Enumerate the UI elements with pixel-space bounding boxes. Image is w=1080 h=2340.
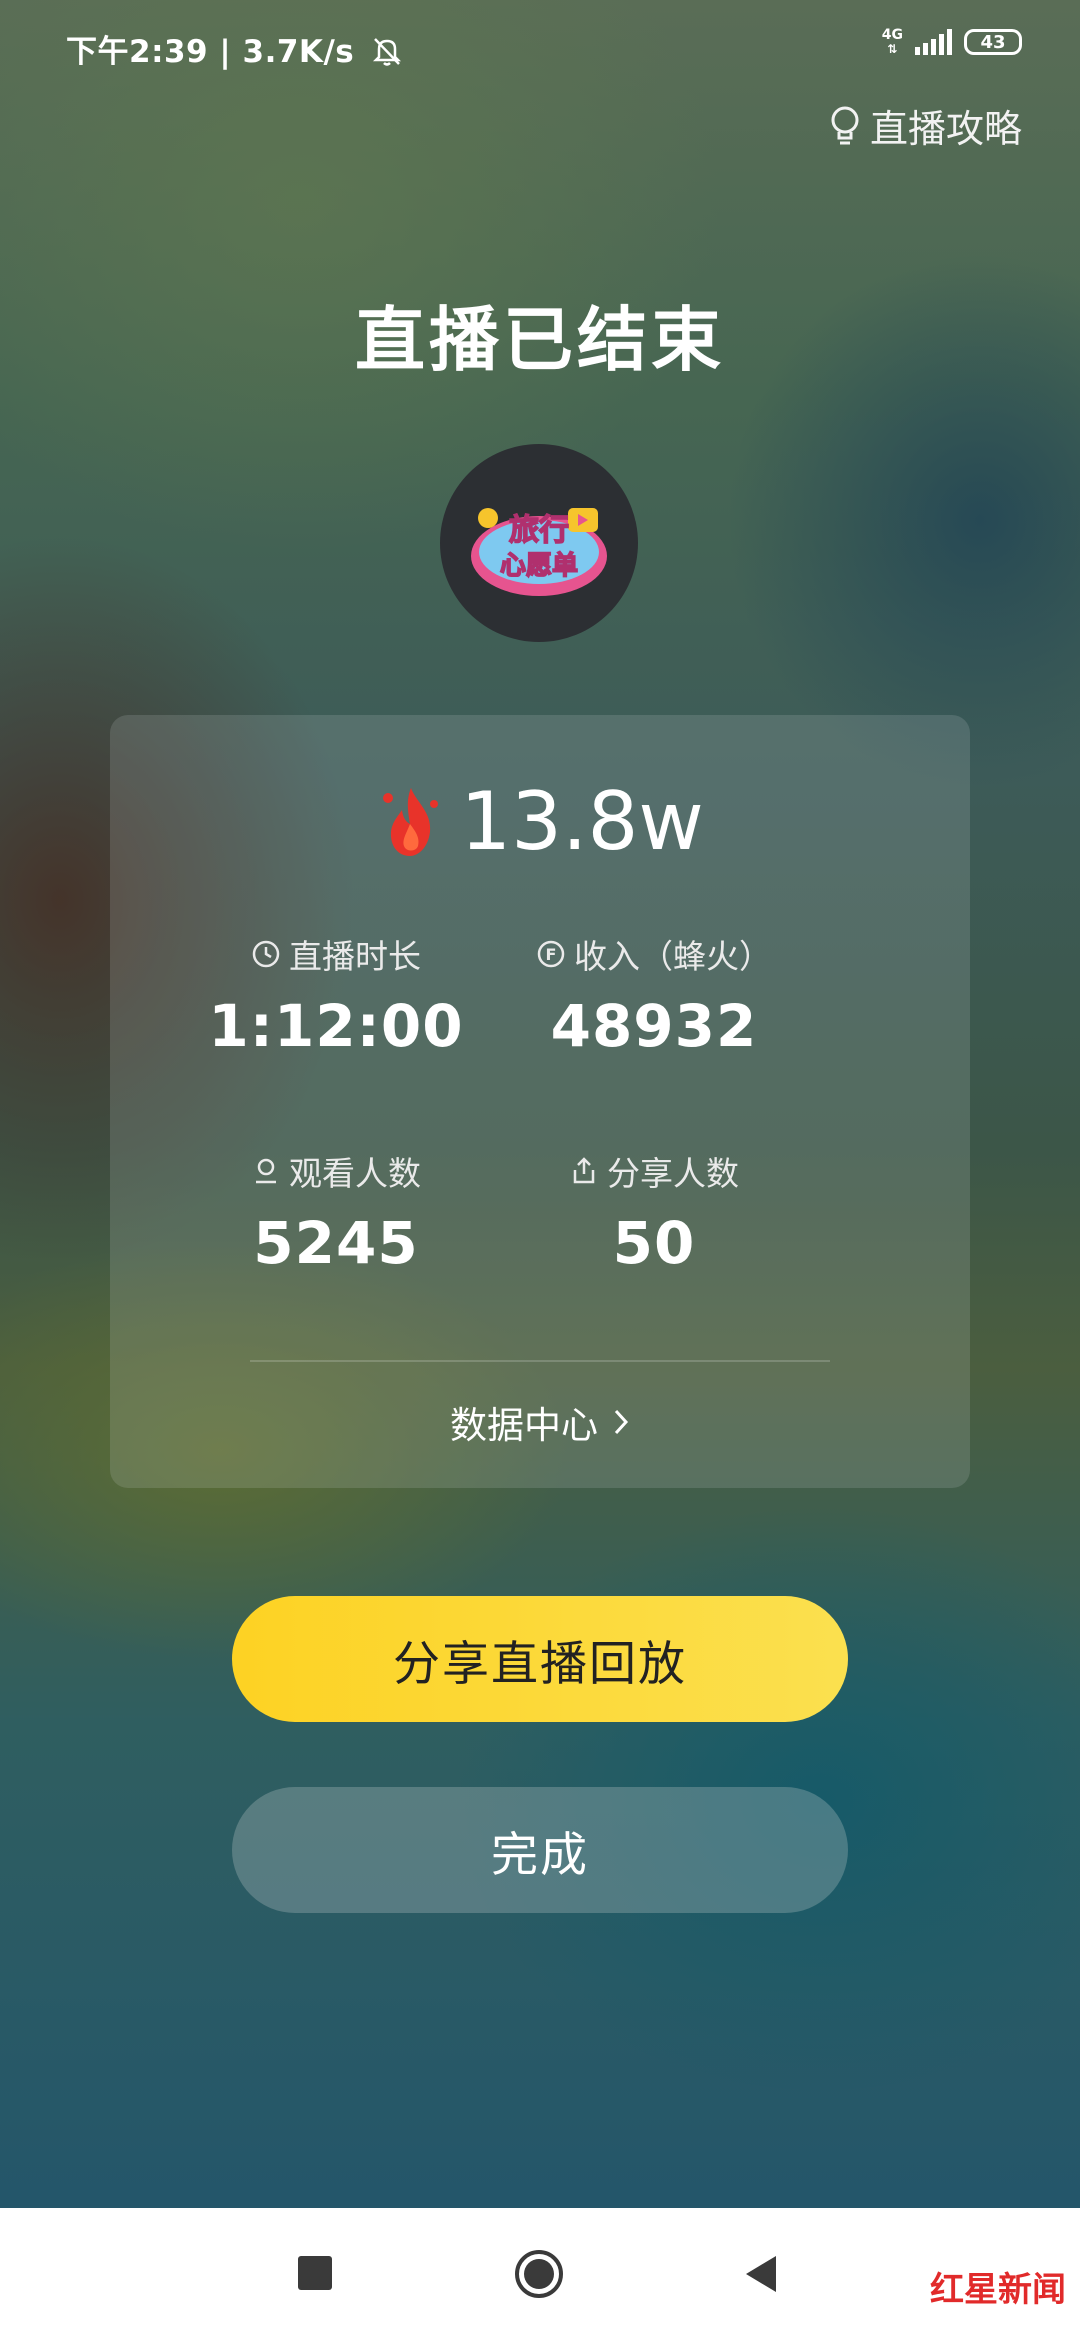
viewers-stat: 观看人数 5245 bbox=[176, 1147, 496, 1277]
logo-text-line1: 旅行 bbox=[509, 513, 569, 548]
duration-stat: 直播时长 1:12:00 bbox=[176, 930, 496, 1060]
share-icon bbox=[573, 1157, 595, 1184]
heat-row: 13.8w bbox=[110, 775, 970, 868]
income-label: 收入（蜂火） bbox=[574, 937, 772, 976]
status-icons: 4G ⇅ 43 bbox=[882, 28, 1022, 56]
duration-value: 1:12:00 bbox=[208, 992, 464, 1060]
avatar: 旅行 心愿单 bbox=[440, 444, 638, 642]
watermark-logo: 红星新闻 bbox=[930, 2270, 1066, 2310]
lightbulb-icon bbox=[831, 106, 859, 144]
shares-stat: 分享人数 50 bbox=[494, 1147, 814, 1277]
system-nav-bar bbox=[0, 2208, 1080, 2340]
svg-text:F: F bbox=[546, 945, 557, 964]
done-button[interactable]: 完成 bbox=[232, 1787, 848, 1913]
back-triangle-icon[interactable] bbox=[742, 2252, 778, 2296]
heat-value: 13.8w bbox=[460, 775, 704, 868]
divider bbox=[250, 1360, 830, 1362]
clock-icon bbox=[252, 940, 280, 968]
live-guide-label: 直播攻略 bbox=[869, 107, 1022, 151]
viewers-value: 5245 bbox=[253, 1209, 419, 1277]
fire-icon bbox=[383, 787, 439, 856]
battery-level: 43 bbox=[980, 31, 1006, 53]
channel-logo: 旅行 心愿单 bbox=[471, 508, 607, 596]
mute-bell-icon bbox=[372, 38, 401, 66]
battery-icon: 43 bbox=[964, 29, 1022, 55]
signal-icon bbox=[915, 29, 952, 55]
home-circle-icon[interactable] bbox=[513, 2248, 565, 2300]
coin-f-icon: F bbox=[537, 940, 565, 968]
data-center-link[interactable]: 数据中心 bbox=[110, 1395, 970, 1449]
logo-text-line2: 心愿单 bbox=[500, 551, 578, 581]
status-time: 下午2:39 | 3.7K/s bbox=[66, 26, 404, 71]
income-stat: F 收入（蜂火） 48932 bbox=[494, 930, 814, 1060]
network-indicator: 4G ⇅ bbox=[881, 27, 903, 56]
share-replay-button[interactable]: 分享直播回放 bbox=[232, 1596, 848, 1722]
stats-card: 13.8w 直播时长 1:12:00 F 收入（蜂火） 48932 观看人数 5… bbox=[110, 715, 970, 1488]
viewers-label: 观看人数 bbox=[289, 1154, 421, 1193]
duration-label: 直播时长 bbox=[289, 937, 421, 976]
income-value: 48932 bbox=[550, 992, 758, 1060]
live-guide-link[interactable]: 直播攻略 bbox=[828, 98, 1022, 153]
page-title: 直播已结束 bbox=[355, 299, 725, 381]
data-center-label: 数据中心 bbox=[450, 1404, 598, 1447]
shares-value: 50 bbox=[612, 1209, 696, 1277]
recents-square-icon[interactable] bbox=[298, 2256, 332, 2290]
chevron-right-icon bbox=[614, 1409, 629, 1435]
shares-label: 分享人数 bbox=[607, 1154, 739, 1193]
person-icon bbox=[256, 1158, 276, 1184]
